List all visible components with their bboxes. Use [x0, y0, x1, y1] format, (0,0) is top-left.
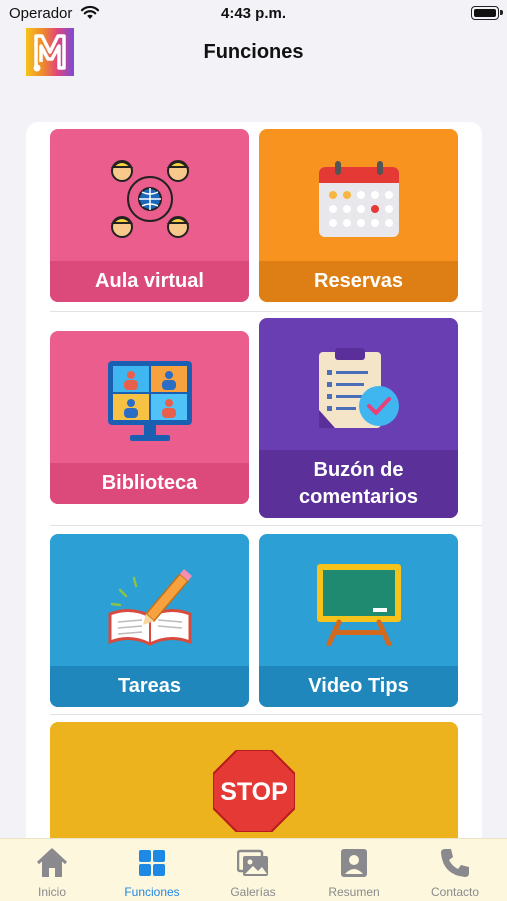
row-divider: [50, 311, 482, 312]
calendar-icon: [319, 161, 399, 237]
tab-funciones[interactable]: Funciones: [102, 839, 202, 901]
tab-label: Funciones: [124, 885, 180, 899]
tab-label: Galerías: [230, 885, 276, 899]
network-people-icon: [110, 160, 190, 238]
chalkboard-icon: [317, 564, 401, 646]
tile-buzon-comentarios[interactable]: Buzón de comentarios: [259, 318, 458, 518]
tile-label: Video Tips: [259, 666, 458, 707]
tile-label: Tareas: [50, 666, 249, 707]
tile-aula-virtual[interactable]: Aula virtual: [50, 129, 249, 302]
tile-biblioteca[interactable]: Biblioteca: [50, 331, 249, 504]
phone-icon: [441, 849, 469, 877]
gallery-icon: [237, 849, 268, 876]
tab-label: Contacto: [430, 885, 480, 899]
clipboard-check-icon: [319, 348, 399, 428]
clock: 4:43 p.m.: [220, 5, 287, 22]
tab-galerias[interactable]: Galerías: [203, 839, 303, 901]
video-conference-icon: [108, 361, 192, 441]
battery-icon: [471, 6, 499, 20]
nav-bar: M Funciones: [0, 28, 507, 80]
tab-contacto[interactable]: Contacto: [405, 839, 505, 901]
grid-icon: [139, 850, 165, 876]
status-bar: Operador 4:43 p.m.: [0, 0, 507, 28]
tab-resumen[interactable]: Resumen: [304, 839, 404, 901]
book-pencil-icon: [108, 569, 192, 646]
tile-tareas[interactable]: Tareas: [50, 534, 249, 707]
tile-label: Buzón de comentarios: [259, 450, 458, 518]
row-divider: [50, 525, 482, 526]
page-title: Funciones: [203, 41, 304, 63]
tab-bar: Inicio Funciones Galerías Resumen Contac…: [0, 838, 507, 901]
tab-inicio[interactable]: Inicio: [2, 839, 102, 901]
home-icon: [36, 848, 68, 877]
tab-label: Resumen: [328, 885, 380, 899]
profile-icon: [341, 849, 367, 877]
tile-label: Reservas: [259, 261, 458, 302]
tab-label: Inicio: [37, 885, 66, 899]
row-divider: [50, 714, 482, 715]
stop-sign-icon: STOP: [213, 750, 295, 832]
tile-reservas[interactable]: Reservas: [259, 129, 458, 302]
svg-text:STOP: STOP: [220, 778, 288, 806]
tile-label: Aula virtual: [50, 261, 249, 302]
tile-video-tips[interactable]: Video Tips: [259, 534, 458, 707]
tile-label: Biblioteca: [50, 463, 249, 504]
